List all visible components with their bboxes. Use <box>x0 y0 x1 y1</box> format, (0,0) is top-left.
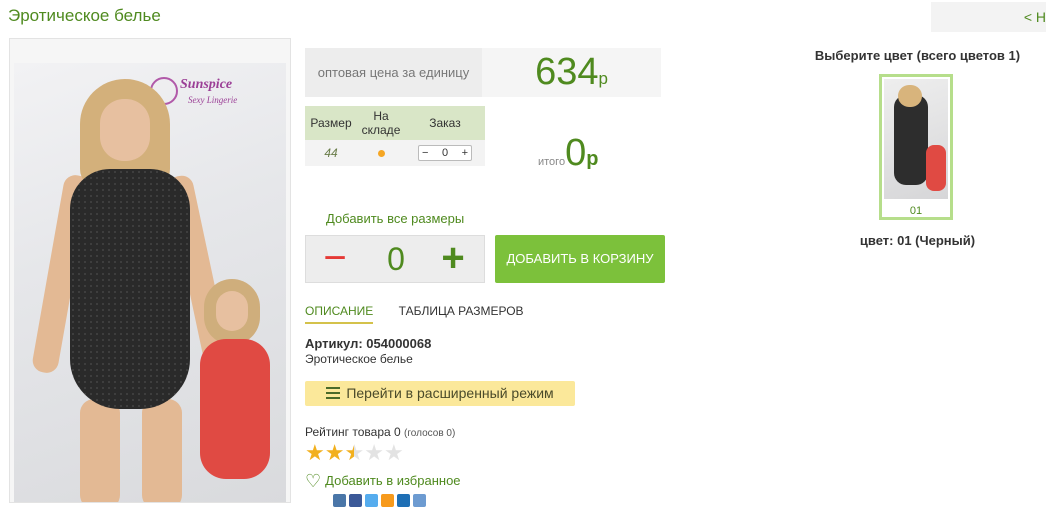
model-bodysuit-red <box>200 339 270 479</box>
total-label: итого <box>538 156 566 168</box>
star-icon[interactable]: ★ <box>305 440 325 465</box>
heart-icon: ♡ <box>305 471 322 491</box>
quantity-value[interactable]: 0 <box>376 236 416 282</box>
odnoklassniki-icon[interactable] <box>381 494 394 507</box>
decrement-button[interactable]: − <box>422 147 428 159</box>
total-currency: р <box>586 148 599 170</box>
unit-price-label: оптовая цена за единицу <box>305 48 482 97</box>
model-bodysuit-black <box>70 169 190 409</box>
order-column-header: Заказ <box>405 106 485 140</box>
model-face <box>100 99 150 161</box>
order-cell: − 0 + <box>405 140 485 166</box>
thumbnail-hair <box>898 85 922 107</box>
tab-description[interactable]: ОПИСАНИЕ <box>305 304 374 324</box>
table-row: 44 − 0 + <box>305 140 485 166</box>
model-leg <box>80 399 120 502</box>
favorites-label: Добавить в избранное <box>325 473 461 488</box>
rating-text: Рейтинг товара 0 (голосов 0) <box>305 425 455 439</box>
unit-price: 634р <box>482 48 661 97</box>
in-stock-dot-icon <box>377 150 385 157</box>
back-link-label: < Н <box>1023 9 1046 25</box>
star-half-icon[interactable]: ★ <box>344 440 364 465</box>
increment-button[interactable]: + <box>462 147 468 159</box>
star-empty-icon[interactable]: ★ <box>384 440 404 465</box>
stock-cell <box>357 140 405 166</box>
mailru-icon[interactable] <box>397 494 410 507</box>
order-quantity-stepper: − 0 + <box>418 145 472 161</box>
livejournal-icon[interactable] <box>413 494 426 507</box>
page-title: Эротическое белье <box>8 6 161 25</box>
model-main-figure <box>30 79 233 502</box>
quantity-plus-button[interactable]: + <box>436 236 470 282</box>
model-secondary-figure <box>190 279 280 499</box>
selected-color-caption: цвет: 01 (Черный) <box>859 233 976 248</box>
add-to-favorites-link[interactable]: ♡ Добавить в избранное <box>305 471 461 492</box>
order-quantity-value[interactable]: 0 <box>442 147 448 159</box>
rating-stars[interactable]: ★★★★★ <box>305 442 404 464</box>
extended-mode-button[interactable]: Перейти в расширенный режим <box>305 381 575 406</box>
quantity-stepper: − 0 + <box>305 235 485 283</box>
back-link[interactable]: < Н <box>931 2 1046 32</box>
size-column-header: Размер <box>305 106 357 140</box>
rating-votes: (голосов 0) <box>404 428 456 439</box>
size-cell: 44 <box>305 140 357 166</box>
product-photo[interactable]: Sunspice Sexy Lingerie <box>9 38 291 503</box>
unit-price-currency: р <box>598 69 608 88</box>
color-swatch[interactable]: 01 <box>879 74 953 220</box>
thumbnail-figure-black <box>894 95 928 185</box>
stock-column-header: На складе <box>357 106 405 140</box>
rating-label: Рейтинг товара 0 <box>305 425 401 439</box>
product-sku: Артикул: 054000068 <box>305 336 432 351</box>
model-face <box>216 291 248 331</box>
order-total: итого0р <box>538 132 598 175</box>
product-tabs: ОПИСАНИЕ ТАБЛИЦА РАЗМЕРОВ <box>305 304 546 324</box>
color-thumbnail <box>884 79 948 199</box>
model-leg <box>142 399 182 502</box>
tab-size-chart[interactable]: ТАБЛИЦА РАЗМЕРОВ <box>399 304 524 322</box>
total-value: 0 <box>565 132 587 174</box>
star-icon[interactable]: ★ <box>325 440 345 465</box>
twitter-icon[interactable] <box>365 494 378 507</box>
thumbnail-figure-red <box>926 145 946 191</box>
product-description: Эротическое белье <box>305 352 413 366</box>
extended-mode-label: Перейти в расширенный режим <box>346 385 554 401</box>
size-table: Размер На складе Заказ 44 − 0 + <box>305 106 485 166</box>
add-all-sizes-label: Добавить все размеры <box>326 211 465 226</box>
quantity-minus-button[interactable]: − <box>320 236 350 282</box>
color-selector-title: Выберите цвет (всего цветов 1) <box>814 48 1021 63</box>
star-empty-icon[interactable]: ★ <box>364 440 384 465</box>
facebook-icon[interactable] <box>349 494 362 507</box>
color-code: 01 <box>909 205 923 217</box>
vk-icon[interactable] <box>333 494 346 507</box>
unit-price-value: 634 <box>535 51 599 93</box>
add-to-cart-button[interactable]: Добавить в корзину <box>495 235 665 283</box>
list-icon <box>326 382 341 407</box>
